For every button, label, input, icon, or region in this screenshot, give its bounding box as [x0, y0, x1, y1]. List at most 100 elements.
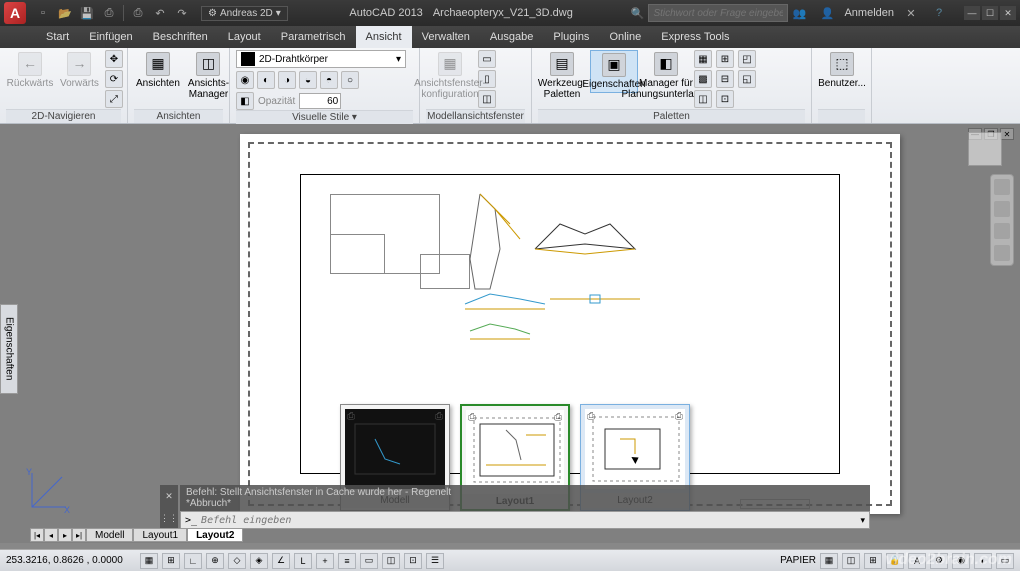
sb-ortho-button[interactable]: ∟ — [184, 553, 202, 569]
qv-pub-icon[interactable]: ⎙ — [554, 412, 562, 423]
navpan-icon[interactable] — [994, 201, 1010, 217]
qat-undo-icon[interactable]: ↶ — [152, 5, 168, 21]
views-button[interactable]: ▦Ansichten — [134, 50, 182, 91]
qat-plot-icon[interactable]: ⎙ — [130, 5, 146, 21]
userinterface-button[interactable]: ⬚Benutzer... — [818, 50, 866, 91]
vp-sm1-icon[interactable]: ▭ — [478, 50, 496, 68]
nav-back-button[interactable]: ←Rückwärts — [6, 50, 54, 91]
sb-grid-button[interactable]: ⊞ — [162, 553, 180, 569]
pal1-icon[interactable]: ▦ — [694, 50, 712, 68]
login-link[interactable]: Anmelden — [844, 7, 894, 19]
sb-drawings-button[interactable]: ⊞ — [864, 553, 882, 569]
search-input[interactable] — [648, 4, 788, 22]
command-input[interactable] — [201, 515, 856, 526]
minimize-button[interactable]: — — [964, 6, 980, 20]
tab-einfugen[interactable]: Einfügen — [79, 26, 142, 48]
tab-ansicht[interactable]: Ansicht — [356, 26, 412, 48]
viewcube[interactable] — [968, 132, 1002, 166]
tab-layout[interactable]: Layout — [218, 26, 271, 48]
tabscroll-first-button[interactable]: |◂ — [30, 528, 44, 542]
layouttab-modell[interactable]: Modell — [86, 528, 133, 542]
pal2-icon[interactable]: ▩ — [694, 70, 712, 88]
pal3-icon[interactable]: ◫ — [694, 90, 712, 108]
properties-palette-tab[interactable]: Eigenschaften — [0, 304, 18, 394]
visual-style-dropdown[interactable]: 2D-Drahtkörper▾ — [236, 50, 406, 68]
sb-3dosnap-button[interactable]: ◈ — [250, 553, 268, 569]
tab-plugins[interactable]: Plugins — [543, 26, 599, 48]
command-line[interactable]: >_ ▾ — [180, 511, 870, 529]
navwheel-icon[interactable] — [994, 179, 1010, 195]
sb-lwt-button[interactable]: ≡ — [338, 553, 356, 569]
qat-new-icon[interactable]: ▫ — [35, 5, 51, 21]
pal8-icon[interactable]: ◱ — [738, 70, 756, 88]
tab-expresstools[interactable]: Express Tools — [651, 26, 739, 48]
qv-plot-icon[interactable]: ⎙ — [468, 412, 476, 423]
cmd-close-icon[interactable]: ✕ — [165, 491, 173, 502]
pal7-icon[interactable]: ◰ — [738, 50, 756, 68]
sb-ws-button[interactable]: ⚙ — [930, 553, 948, 569]
navorbit-icon[interactable] — [994, 245, 1010, 261]
tab-online[interactable]: Online — [599, 26, 651, 48]
tabscroll-next-button[interactable]: ▸ — [58, 528, 72, 542]
sb-cleanscreen-button[interactable]: ▭ — [996, 553, 1014, 569]
qv-pub-icon[interactable]: ⎙ — [435, 411, 443, 422]
sb-osnap-button[interactable]: ◇ — [228, 553, 246, 569]
vs-opt2-icon[interactable]: ◐ — [257, 71, 275, 89]
vs-opt1-icon[interactable]: ◉ — [236, 71, 254, 89]
sb-hwaccel-button[interactable]: ◉ — [952, 553, 970, 569]
pan-icon[interactable]: ✥ — [105, 50, 123, 68]
sb-quickview-button[interactable]: ▦ — [820, 553, 838, 569]
vs-opt4-icon[interactable]: ◒ — [299, 71, 317, 89]
opacity-input[interactable] — [299, 93, 341, 109]
tabscroll-prev-button[interactable]: ◂ — [44, 528, 58, 542]
vs-opt3-icon[interactable]: ◑ — [278, 71, 296, 89]
layouttab-layout1[interactable]: Layout1 — [133, 528, 187, 542]
workspace-dropdown[interactable]: ⚙ Andreas 2D ▾ — [201, 6, 288, 21]
sb-quicklayout-button[interactable]: ◫ — [842, 553, 860, 569]
tab-verwalten[interactable]: Verwalten — [412, 26, 480, 48]
sb-ducs-button[interactable]: L — [294, 553, 312, 569]
qat-save-icon[interactable]: 💾 — [79, 5, 95, 21]
coords-readout[interactable]: 253.3216, 0.8626 , 0.0000 — [6, 555, 136, 566]
sb-annoscale-button[interactable]: 🔒 — [886, 553, 904, 569]
exchange-icon[interactable]: ✕ — [903, 5, 919, 21]
qv-plot-icon[interactable]: ⎙ — [587, 411, 595, 422]
sb-am-button[interactable]: ☰ — [426, 553, 444, 569]
sb-annovs-button[interactable]: A — [908, 553, 926, 569]
qat-saveas-icon[interactable]: ⎙ — [101, 5, 117, 21]
tab-beschriften[interactable]: Beschriften — [143, 26, 218, 48]
pal5-icon[interactable]: ⊟ — [716, 70, 734, 88]
qat-redo-icon[interactable]: ↷ — [174, 5, 190, 21]
vs-opt6-icon[interactable]: ○ — [341, 71, 359, 89]
command-handle[interactable]: ✕ ⋮⋮ — [160, 485, 178, 529]
tab-parametrisch[interactable]: Parametrisch — [271, 26, 356, 48]
toolpalettes-button[interactable]: ▤Werkzeug- Paletten — [538, 50, 586, 102]
doc-close-button[interactable]: ✕ — [1000, 128, 1014, 140]
layouttab-layout2[interactable]: Layout2 — [187, 528, 243, 542]
paper-model-toggle[interactable]: PAPIER — [780, 555, 816, 566]
help-icon[interactable]: ? — [931, 5, 947, 21]
sb-dyn-button[interactable]: + — [316, 553, 334, 569]
group-title-vs[interactable]: Visuelle Stile ▾ — [236, 110, 413, 124]
sb-sc-button[interactable]: ⊡ — [404, 553, 422, 569]
pal4-icon[interactable]: ⊞ — [716, 50, 734, 68]
sb-tpy-button[interactable]: ▭ — [360, 553, 378, 569]
sb-otrack-button[interactable]: ∠ — [272, 553, 290, 569]
sheetset-button[interactable]: ◧Manager für Planungsunterlagen — [642, 50, 690, 102]
tabscroll-last-button[interactable]: ▸| — [72, 528, 86, 542]
nav-forward-button[interactable]: →Vorwärts — [58, 50, 101, 91]
drawing-canvas[interactable]: — ❐ ✕ Eigenschaften X Y ⎙ — [0, 124, 1020, 543]
sb-qp-button[interactable]: ◫ — [382, 553, 400, 569]
sb-snap-button[interactable]: ▦ — [140, 553, 158, 569]
pal6-icon[interactable]: ⊡ — [716, 90, 734, 108]
infocenter-icon[interactable]: 👥 — [791, 5, 807, 21]
vs-opt5-icon[interactable]: ◓ — [320, 71, 338, 89]
tab-ausgabe[interactable]: Ausgabe — [480, 26, 543, 48]
qat-open-icon[interactable]: 📂 — [57, 5, 73, 21]
qv-plot-icon[interactable]: ⎙ — [347, 411, 355, 422]
tab-start[interactable]: Start — [36, 26, 79, 48]
viewport-config-button[interactable]: ▦Ansichtsfenster- konfiguration — [426, 50, 474, 102]
cmd-grip-icon[interactable]: ⋮⋮ — [160, 513, 178, 524]
cmd-dropdown-icon[interactable]: ▾ — [860, 515, 865, 526]
qv-pub-icon[interactable]: ⎙ — [675, 411, 683, 422]
